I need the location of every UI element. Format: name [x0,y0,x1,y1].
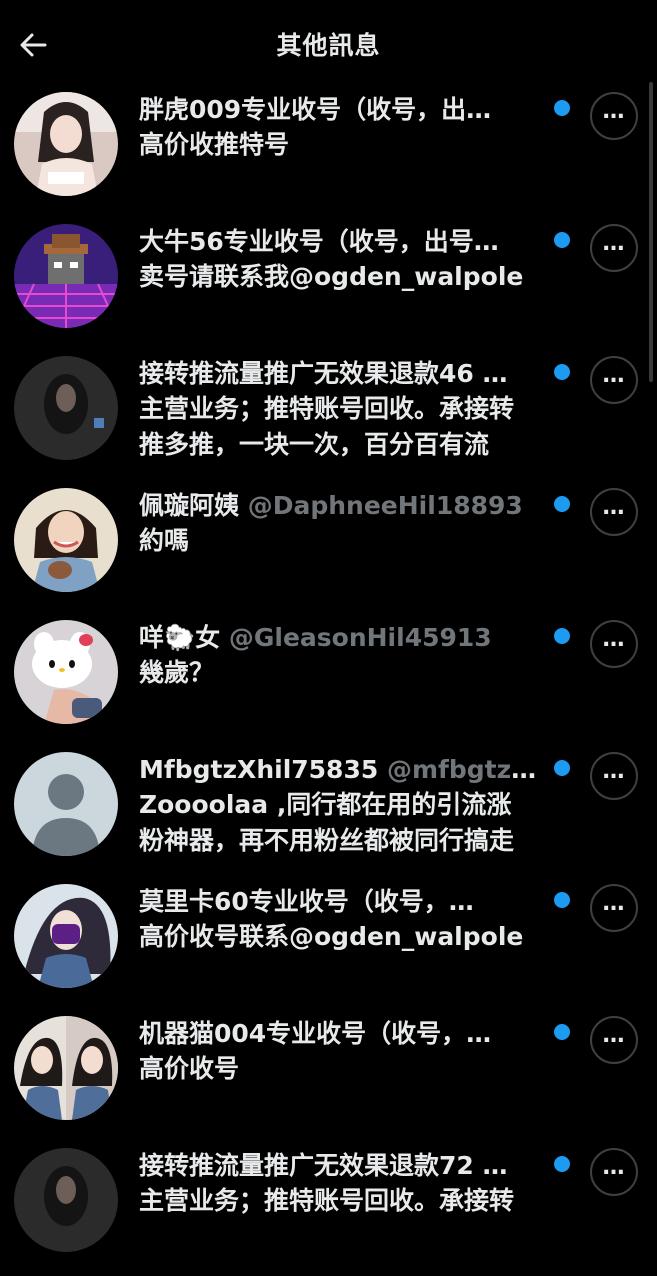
more-icon: … [602,494,626,520]
message-text: 佩璇阿姨 @DaphneeHil18893 約嗎 [139,488,544,559]
sender-name: 大牛56专业收号（收号，出号… [139,227,499,256]
more-options-button[interactable]: … [590,224,638,272]
more-options-button[interactable]: … [590,752,638,800]
message-preview: 幾歲？ [139,658,215,687]
avatar[interactable] [14,1016,118,1120]
conversation-row[interactable]: 机器猫004专业收号（收号，… 高价收号 … [0,1012,657,1144]
message-preview: 約嗎 [139,526,190,555]
more-options-button[interactable]: … [590,92,638,140]
unread-dot [554,892,570,908]
avatar[interactable] [14,884,118,988]
avatar[interactable] [14,224,118,328]
message-preview: 主营业务；推特账号回收。承接转 推多推，一块一次，百分百有流 [139,394,515,459]
more-icon: … [602,98,626,124]
sender-name: MfbgtzXhil75835 [139,755,379,784]
conversation-row[interactable]: 莫里卡60专业收号（收号，… 高价收号联系@ogden_walpole … [0,880,657,1012]
header: 其他訊息 [0,0,657,88]
message-text: 接转推流量推广无效果退款46 … 主营业务；推特账号回收。承接转 推多推，一块一… [139,356,544,463]
more-options-button[interactable]: … [590,1148,638,1196]
sender-handle: @mfbgtz5… [386,755,544,784]
page-title: 其他訊息 [276,31,381,60]
avatar[interactable] [14,488,118,592]
message-text: MfbgtzXhil75835 @mfbgtz5… Zoooolaa ,同行都在… [139,752,544,859]
unread-dot [554,100,570,116]
message-text: 接转推流量推广无效果退款72 … 主营业务；推特账号回收。承接转 [139,1148,544,1219]
avatar[interactable] [14,752,118,856]
unread-dot [554,760,570,776]
more-icon: … [602,362,626,388]
more-icon: … [602,1022,626,1048]
message-text: 咩🐑女 @GleasonHil45913 幾歲？ [139,620,544,691]
more-icon: … [602,758,626,784]
message-text: 胖虎009专业收号（收号，出… 高价收推特号 [139,92,544,163]
message-preview: 高价收号 [139,1054,240,1083]
conversation-row[interactable]: 接转推流量推广无效果退款72 … 主营业务；推特账号回收。承接转 … [0,1144,657,1276]
more-icon: … [602,1154,626,1180]
conversation-row[interactable]: 胖虎009专业收号（收号，出… 高价收推特号 … [0,88,657,220]
conversation-row[interactable]: 接转推流量推广无效果退款46 … 主营业务；推特账号回收。承接转 推多推，一块一… [0,352,657,484]
message-preview: Zoooolaa ,同行都在用的引流涨 粉神器，再不用粉丝都被同行搞走 [139,790,515,855]
conversation-row[interactable]: MfbgtzXhil75835 @mfbgtz5… Zoooolaa ,同行都在… [0,748,657,880]
avatar[interactable] [14,620,118,724]
more-options-button[interactable]: … [590,884,638,932]
avatar[interactable] [14,356,118,460]
more-options-button[interactable]: … [590,1016,638,1064]
message-preview: 主营业务；推特账号回收。承接转 [139,1186,515,1215]
message-list: 胖虎009专业收号（收号，出… 高价收推特号 … 大牛56专业收号（收号，出号… [0,88,657,1276]
unread-dot [554,1156,570,1172]
conversation-row[interactable]: 佩璇阿姨 @DaphneeHil18893 約嗎 … [0,484,657,616]
sender-name: 莫里卡60专业收号（收号，… [139,887,474,916]
sender-name: 接转推流量推广无效果退款46 … [139,359,508,388]
message-preview: 高价收号联系@ogden_walpole [139,922,524,951]
sender-name: 机器猫004专业收号（收号，… [139,1019,492,1048]
sender-handle: @GleasonHil45913 [228,623,492,652]
avatar[interactable] [14,1148,118,1252]
sender-name: 佩璇阿姨 [139,491,240,520]
sender-name: 接转推流量推广无效果退款72 … [139,1151,508,1180]
more-options-button[interactable]: … [590,356,638,404]
unread-dot [554,1024,570,1040]
more-options-button[interactable]: … [590,620,638,668]
unread-dot [554,628,570,644]
more-icon: … [602,230,626,256]
more-icon: … [602,626,626,652]
avatar[interactable] [14,92,118,196]
unread-dot [554,496,570,512]
more-options-button[interactable]: … [590,488,638,536]
message-text: 机器猫004专业收号（收号，… 高价收号 [139,1016,544,1087]
conversation-row[interactable]: 咩🐑女 @GleasonHil45913 幾歲？ … [0,616,657,748]
more-icon: … [602,890,626,916]
sender-name: 胖虎009专业收号（收号，出… [139,95,492,124]
conversation-row[interactable]: 大牛56专业收号（收号，出号… 卖号请联系我@ogden_walpole … [0,220,657,352]
message-preview: 卖号请联系我@ogden_walpole [139,262,524,291]
message-preview: 高价收推特号 [139,130,290,159]
sender-name: 咩🐑女 [139,623,221,652]
message-text: 莫里卡60专业收号（收号，… 高价收号联系@ogden_walpole [139,884,544,955]
sender-handle: @DaphneeHil18893 [247,491,523,520]
message-text: 大牛56专业收号（收号，出号… 卖号请联系我@ogden_walpole [139,224,544,295]
unread-dot [554,232,570,248]
unread-dot [554,364,570,380]
